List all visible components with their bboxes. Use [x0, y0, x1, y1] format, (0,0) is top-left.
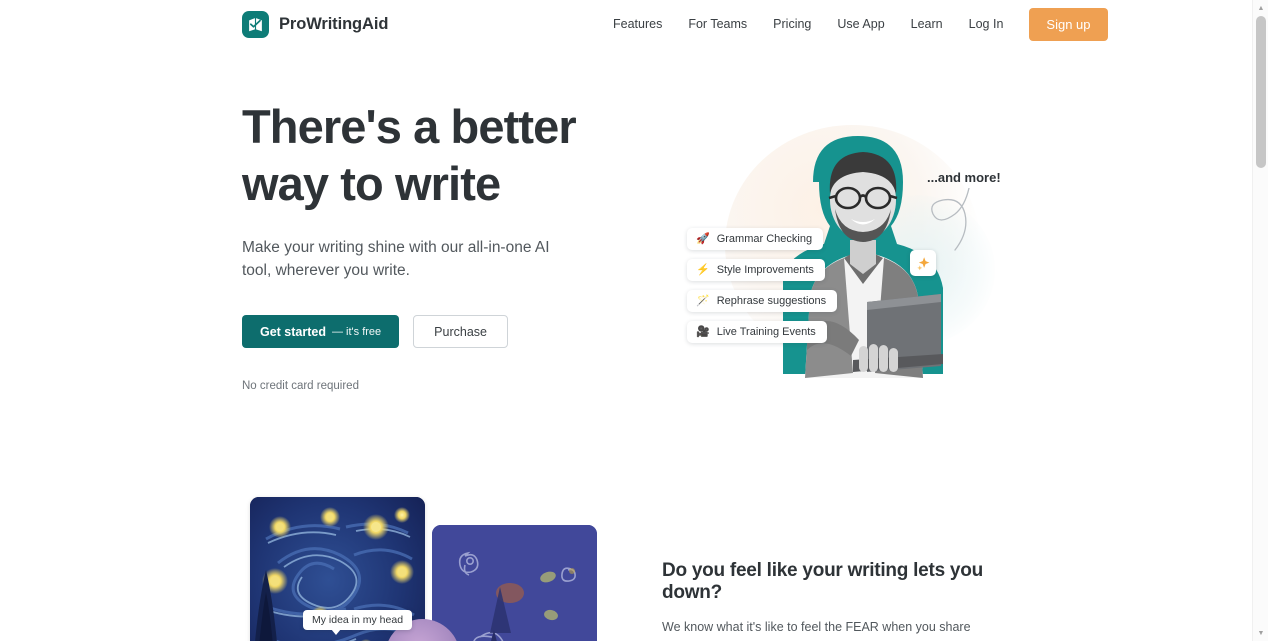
get-started-button[interactable]: Get started — it's free: [242, 315, 400, 348]
brand-name: ProWritingAid: [279, 14, 389, 33]
and-more-label: ...and more!: [927, 170, 1001, 185]
nav-link-learn[interactable]: Learn: [898, 11, 956, 37]
feature-pill-label: Style Improvements: [716, 264, 814, 276]
feature-pill-style-improvements[interactable]: ⚡ Style Improvements: [687, 259, 825, 281]
page-content: ProWritingAid Features For Teams Pricing…: [0, 0, 1252, 641]
starry-night-illustration-group: My idea in my head: [250, 497, 597, 641]
nav-link-features[interactable]: Features: [600, 11, 675, 37]
book-check-icon: [242, 10, 269, 38]
lower-section-title: Do you feel like your writing lets you d…: [662, 560, 983, 603]
feature-pill-label: Rephrase suggestions: [716, 295, 827, 307]
page-scrollbar[interactable]: ▲ ▼: [1252, 0, 1268, 641]
nav-link-pricing[interactable]: Pricing: [760, 11, 824, 37]
lower-text-block: Do you feel like your writing lets you d…: [662, 560, 1022, 641]
hero-text-column: There's a better way to write Make your …: [242, 98, 642, 392]
nav-link-log-in[interactable]: Log In: [956, 11, 1017, 37]
nav-link-use-app[interactable]: Use App: [824, 11, 897, 37]
feature-pill-rephrase-suggestions[interactable]: 🪄 Rephrase suggestions: [687, 290, 838, 312]
feature-pill-live-training-events[interactable]: 🎥 Live Training Events: [687, 321, 827, 343]
hero-subtitle: Make your writing shine with our all-in-…: [242, 239, 550, 279]
scrollbar-thumb[interactable]: [1256, 16, 1266, 168]
rocket-icon: 🚀: [696, 232, 710, 245]
browser-viewport: ProWritingAid Features For Teams Pricing…: [0, 0, 1268, 641]
sign-up-button[interactable]: Sign up: [1029, 7, 1108, 41]
hero-title-line-1: There's a better: [242, 100, 577, 153]
get-started-free-suffix: — it's free: [332, 325, 382, 338]
lower-section-body: We know what it's like to feel the FEAR …: [662, 620, 1016, 641]
sparkles-icon: [910, 250, 936, 276]
blue-sketch-card: [432, 525, 597, 641]
hero-illustration: ...and more! 🚀 Grammar Checking ⚡ Style …: [655, 100, 1015, 400]
hero-title: There's a better way to write: [242, 98, 642, 212]
idea-in-my-head-label: My idea in my head: [303, 610, 413, 635]
hero-title-line-2: way to write: [242, 157, 501, 210]
magic-wand-icon: 🪄: [696, 294, 710, 307]
purchase-button[interactable]: Purchase: [413, 315, 508, 348]
get-started-label: Get started: [260, 324, 326, 339]
brand-logo-link[interactable]: ProWritingAid: [242, 10, 389, 38]
nav-link-for-teams[interactable]: For Teams: [675, 11, 760, 37]
site-header: ProWritingAid Features For Teams Pricing…: [0, 0, 1252, 48]
hero-cta-group: Get started — it's free Purchase: [242, 315, 642, 348]
lightning-icon: ⚡: [696, 263, 710, 276]
feature-pill-label: Live Training Events: [716, 326, 816, 338]
feature-pill-grammar-checking[interactable]: 🚀 Grammar Checking: [687, 228, 824, 250]
video-camera-icon: 🎥: [696, 325, 710, 338]
no-credit-card-note: No credit card required: [242, 380, 359, 392]
chevron-down-icon[interactable]: ▼: [1253, 626, 1268, 640]
feature-pill-label: Grammar Checking: [716, 233, 813, 245]
main-navigation: Features For Teams Pricing Use App Learn…: [600, 0, 1108, 48]
chevron-up-icon[interactable]: ▲: [1253, 1, 1268, 15]
feature-pill-list: 🚀 Grammar Checking ⚡ Style Improvements …: [687, 228, 838, 343]
